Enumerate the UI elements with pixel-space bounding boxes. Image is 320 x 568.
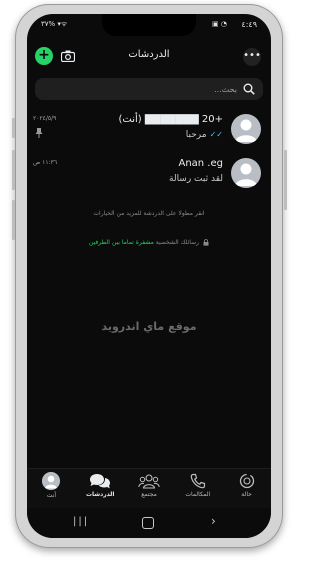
pin-icon [35,128,43,138]
nav-tab-status[interactable]: حالة [222,469,271,508]
default-avatar-icon [235,119,257,142]
chat-time: ٢٠٢٤/٥/٩ [33,115,57,122]
notch [102,14,196,36]
chat-row-self[interactable]: +20 ▇▇▇▇▇▇▇ (أنت) ✓✓مرحبا ٢٠٢٤/٥/٩ [27,112,271,152]
volume-down-button [12,200,15,240]
nav-tab-community[interactable]: مجتمع [125,469,174,508]
nav-tab-calls[interactable]: المكالمات [173,469,222,508]
status-icon [239,473,254,489]
nav-label: مجتمع [141,491,157,498]
recents-button[interactable]: ||| [73,516,89,527]
status-time: ٤:٤٩ [241,20,257,29]
power-button [284,150,287,210]
volume-up-button [12,150,15,190]
chat-last-message: لقد ثبت رسالة [169,174,223,184]
chat-time: ١١:٣٦ ص [33,159,58,166]
status-battery-signal: ٣٧% ▾ᯤ [41,20,68,28]
chats-icon [90,474,111,489]
chat-name: +20 ▇▇▇▇▇▇▇ (أنت) [118,114,224,125]
mute-switch [12,118,15,138]
search-input[interactable] [43,78,237,100]
new-chat-button[interactable]: + [35,47,53,65]
bottom-navigation: حالة المكالمات مجتمع الدردشات أنت [27,468,271,508]
more-options-button[interactable]: ••• [243,48,261,66]
chat-message-text: مرحبا [185,130,207,140]
system-navigation-bar: ||| › [27,508,271,538]
encryption-text: رسائلك الشخصية [155,239,200,246]
watermark: موقع ماي اندرويد [101,320,197,333]
nav-label: الدردشات [85,491,115,498]
nav-label: حالة [241,491,252,498]
avatar[interactable] [231,114,261,144]
chat-last-message: ✓✓مرحبا [186,130,223,140]
page-title: الدردشات [128,49,170,60]
search-bar[interactable] [35,78,263,100]
nav-label: أنت [46,492,57,499]
encryption-link[interactable]: مشفرة تماما بين الطرفين [89,239,154,246]
phone-icon [190,473,205,489]
status-icons: ▣ ◔ [212,20,227,28]
chat-name: Anan .eg [178,158,223,169]
search-icon [243,83,255,95]
nav-tab-you[interactable]: أنت [27,469,76,508]
default-avatar-icon [235,163,257,186]
phone-screen: ٣٧% ▾ᯤ ▣ ◔ ٤:٤٩ + الدردشات ••• +20 ▇▇▇▇▇… [27,14,271,538]
avatar[interactable] [231,158,261,188]
nav-label: المكالمات [185,491,211,498]
home-button[interactable] [142,517,154,529]
long-press-hint: انقر مطولا على الدردشة للمزيد من الخيارا… [93,210,205,217]
back-button[interactable]: › [211,514,216,528]
encryption-notice[interactable]: رسائلك الشخصية مشفرة تماما بين الطرفين [27,239,271,246]
chat-row-anan[interactable]: Anan .eg لقد ثبت رسالة ١١:٣٦ ص [27,156,271,196]
community-icon [138,474,160,489]
lock-icon [203,239,209,246]
camera-icon[interactable] [61,50,75,62]
profile-avatar [42,472,61,490]
nav-tab-chats[interactable]: الدردشات [76,469,125,508]
read-ticks-icon: ✓✓ [209,130,223,139]
top-bar: + الدردشات ••• [27,44,271,70]
